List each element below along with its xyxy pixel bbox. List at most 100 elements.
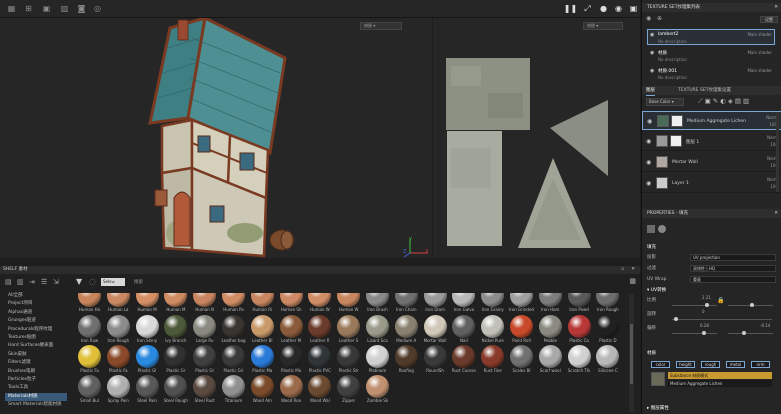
- import-icon[interactable]: ⇥: [29, 278, 35, 286]
- material-thumbnail[interactable]: Silicone C: [593, 345, 622, 374]
- material-thumbnail[interactable]: Iron Brush: [363, 293, 392, 313]
- substance-name[interactable]: Medium Aggregate Lichen: [668, 380, 772, 387]
- material-thumbnail[interactable]: Iron Grainy: [478, 293, 507, 313]
- material-thumbnail[interactable]: Wood Am: [248, 375, 277, 404]
- material-thumbnail[interactable]: Leather R: [305, 315, 334, 344]
- material-thumbnail[interactable]: Steel Rough: [161, 375, 190, 404]
- shelf-scrollbar[interactable]: [629, 294, 634, 412]
- material-thumbnail[interactable]: Plastic Gl: [133, 345, 162, 374]
- filter-icon[interactable]: ▼: [76, 277, 82, 286]
- target-icon[interactable]: ◎: [93, 4, 102, 13]
- channel-chip-metal[interactable]: metal: [726, 361, 745, 368]
- grid-icon[interactable]: ▦: [7, 4, 16, 13]
- material-thumbnail[interactable]: Steel Pain: [133, 375, 162, 404]
- material-thumbnail[interactable]: Human W: [334, 293, 363, 313]
- material-thumbnail[interactable]: Ivy Branch: [161, 315, 190, 344]
- channel-chip-color[interactable]: color: [651, 361, 670, 368]
- material-thumbnail[interactable]: Leather S: [334, 315, 363, 344]
- folder-icon[interactable]: ▤: [735, 97, 743, 105]
- material-thumbnail[interactable]: Leather M: [277, 315, 306, 344]
- eye-icon[interactable]: ◉: [646, 180, 651, 187]
- eye-icon[interactable]: ◉: [647, 118, 652, 125]
- viewport-3d[interactable]: 材质 ▾ X Y Z: [0, 18, 432, 258]
- material-thumbnail[interactable]: Spray Pain: [104, 375, 133, 404]
- material-thumbnail[interactable]: Large Ru: [190, 315, 219, 344]
- expand-icon[interactable]: ⤢: [583, 4, 592, 13]
- category-item[interactable]: Grunges脏迹: [5, 317, 67, 325]
- material-thumbnail[interactable]: Iron Rough: [104, 315, 133, 344]
- fill-icon[interactable]: ◈: [728, 97, 735, 105]
- eye-icon[interactable]: ◉: [650, 68, 654, 74]
- grid-view-icon[interactable]: ▦: [629, 277, 636, 285]
- material-thumbnail[interactable]: Plastic PVC: [305, 345, 334, 374]
- category-item[interactable]: Alphas通道: [5, 309, 67, 317]
- category-item[interactable]: Project项目: [5, 300, 67, 308]
- texture-set-item[interactable]: ◉ 材质 Main shader No description: [647, 47, 775, 63]
- eye-icon[interactable]: ◉: [646, 159, 651, 166]
- texture-set-item[interactable]: ◉ lambert2 Main shader No description: [647, 29, 775, 45]
- layer-row[interactable]: ◉ Layer 1 Norm 100: [642, 174, 781, 193]
- material-thumbnail[interactable]: Nail: [449, 315, 478, 344]
- layer-row[interactable]: ◉ Mortar Wall Norm 100: [642, 153, 781, 172]
- channel-chip-rough[interactable]: rough: [701, 361, 720, 368]
- material-thumbnail[interactable]: Human La: [104, 293, 133, 313]
- material-thumbnail[interactable]: Iron Ham: [536, 293, 565, 313]
- eye-icon[interactable]: ◉: [650, 50, 654, 56]
- lock-icon[interactable]: 🔒: [717, 297, 724, 304]
- sphere-icon[interactable]: ●: [599, 4, 608, 13]
- blend-mode-dropdown[interactable]: Base Color ▾: [646, 98, 684, 106]
- grid-dense-icon[interactable]: ⊞: [24, 4, 33, 13]
- layers-scrollbar[interactable]: [776, 112, 779, 192]
- close-icon[interactable]: ✕: [774, 209, 778, 218]
- material-thumbnail[interactable]: Iron Powd: [565, 293, 594, 313]
- material-thumbnail[interactable]: Scales Bl: [507, 345, 536, 374]
- material-thumbnail[interactable]: Iron Galva: [449, 293, 478, 313]
- material-thumbnail[interactable]: Rust Fine: [478, 345, 507, 374]
- material-thumbnail[interactable]: Wood Roo: [277, 375, 306, 404]
- restore-icon[interactable]: ▫: [621, 266, 624, 274]
- material-thumbnail[interactable]: Plastic Gr: [161, 345, 190, 374]
- material-thumbnail[interactable]: Titanium: [219, 375, 248, 404]
- eye-icon[interactable]: ◉: [646, 15, 651, 22]
- material-thumbnail[interactable]: Small Bul: [75, 375, 104, 404]
- material-thumbnail[interactable]: Scratch Thi: [565, 345, 594, 374]
- mask-icon[interactable]: ◐: [720, 97, 728, 105]
- category-item[interactable]: Skin皮肤: [5, 351, 67, 359]
- category-item[interactable]: Particles粒子: [5, 376, 67, 384]
- export-icon[interactable]: ⇲: [53, 278, 59, 286]
- scale-slider-v[interactable]: [728, 303, 773, 307]
- material-thumbnail[interactable]: Lizard Sca: [363, 315, 392, 344]
- filter-clear-icon[interactable]: ◌: [89, 277, 96, 286]
- projection-dropdown[interactable]: UV projection: [690, 254, 776, 261]
- material-thumbnail[interactable]: Paint Roll: [507, 315, 536, 344]
- material-thumbnail[interactable]: Human Ri: [248, 293, 277, 313]
- material-thumbnail[interactable]: Mortar Wall: [421, 315, 450, 344]
- material-thumbnail[interactable]: Plastic Str: [334, 345, 363, 374]
- category-item[interactable]: Brushes笔刷: [5, 368, 67, 376]
- record-icon[interactable]: ◉: [614, 4, 623, 13]
- offset-slider-u[interactable]: [672, 331, 717, 335]
- material-thumbnail[interactable]: Platinum: [363, 345, 392, 374]
- camera-icon[interactable]: ◙: [77, 4, 86, 13]
- material-thumbnail[interactable]: Silver Pure: [622, 345, 625, 374]
- material-thumbnail[interactable]: Iron Diam: [421, 293, 450, 313]
- pause-icon[interactable]: ❚❚: [564, 4, 577, 13]
- material-props-icon[interactable]: [658, 225, 666, 233]
- material-thumbnail[interactable]: Human M: [133, 293, 162, 313]
- eye-icon[interactable]: ◉: [650, 32, 654, 38]
- category-item[interactable]: Hard Surfaces硬表面: [5, 342, 67, 350]
- material-thumbnail[interactable]: Plastic Ma: [248, 345, 277, 374]
- material-thumbnail[interactable]: Pebble: [536, 315, 565, 344]
- category-item[interactable]: All全部: [5, 292, 67, 300]
- material-thumbnail[interactable]: Plastic Fa: [75, 345, 104, 374]
- channel-chip-nrm[interactable]: nrm: [751, 361, 770, 368]
- image-icon[interactable]: ▨: [60, 4, 69, 13]
- category-item[interactable]: Filters滤镜: [5, 359, 67, 367]
- material-thumbnail[interactable]: Rust Coarse: [449, 345, 478, 374]
- material-thumbnail[interactable]: Zombie Sk: [363, 375, 392, 404]
- filter-dropdown[interactable]: 双线性 | HQ: [690, 265, 776, 272]
- trash-icon[interactable]: ▥: [743, 97, 751, 105]
- material-thumbnail[interactable]: Human Ha: [75, 293, 104, 313]
- material-thumbnail[interactable]: Plastic Ma: [277, 345, 306, 374]
- category-item[interactable]: Materials材质: [5, 392, 67, 402]
